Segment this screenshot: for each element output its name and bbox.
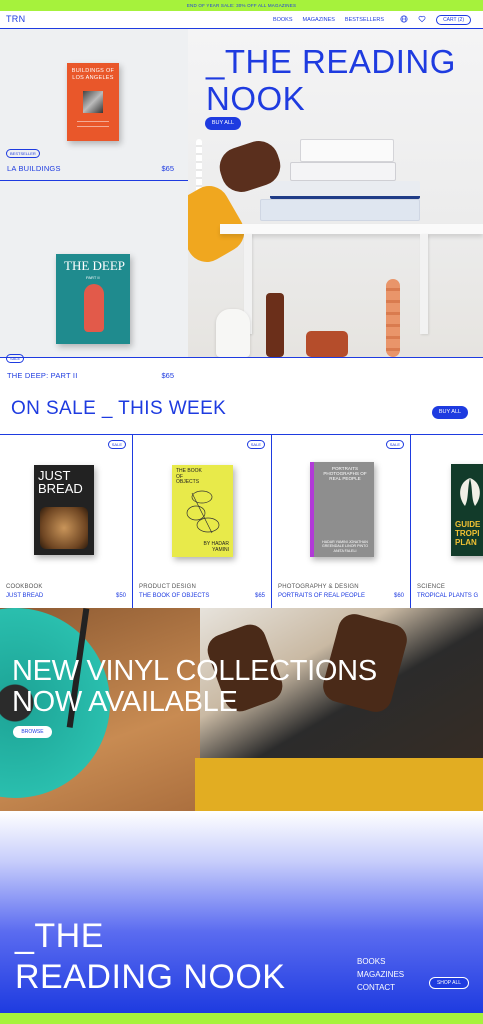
cover-title: PORTRAITS PHOTOGRAPHS OF REAL PEOPLE xyxy=(323,466,367,482)
cover-title: GUIDE TROPI PLAN xyxy=(455,520,481,547)
book-cover[interactable]: THE DEEP PART II xyxy=(56,254,130,344)
promo-banner: END OF YEAR SALE: 30% OFF ALL MAGAZINES xyxy=(0,0,483,11)
vinyl-title-line2: NOW AVAILABLE xyxy=(12,686,238,718)
cover-decoration xyxy=(77,121,109,127)
book-price: $65 xyxy=(161,164,174,173)
cover-title: THE BOOK OF OBJECTS xyxy=(176,468,202,485)
site-logo[interactable]: TRN xyxy=(6,14,25,24)
nav-link-books[interactable]: BOOKS xyxy=(273,17,293,23)
book-cover[interactable]: GUIDE TROPI PLAN xyxy=(451,464,483,556)
product-card[interactable]: GUIDE TROPI PLAN SCIENCE TROPICAL PLANTS… xyxy=(411,435,483,608)
book-title[interactable]: THE DEEP: PART II xyxy=(7,371,78,380)
leaf-icon xyxy=(460,478,480,506)
sleeve-photo xyxy=(195,758,483,811)
hero-banner: _THE READING NOOK BUY ALL xyxy=(188,29,483,357)
featured-card[interactable]: THE DEEP PART II SALE THE DEEP: PART II … xyxy=(0,181,188,380)
sale-title: ON SALE _ THIS WEEK xyxy=(11,398,227,419)
footer-title-line2: READING NOOK xyxy=(15,958,286,996)
featured-card[interactable]: BUILDINGS OF LOS ANGELES BESTSELLER LA B… xyxy=(0,29,188,181)
sale-badge: SALE xyxy=(385,440,404,449)
product-card[interactable]: SALE THE BOOK OF OBJECTS BY HADAR YAMINI… xyxy=(133,435,272,608)
product-name[interactable]: JUST BREAD xyxy=(6,593,43,599)
product-category: COOKBOOK xyxy=(6,584,43,590)
product-price: $65 xyxy=(254,593,265,599)
heart-icon[interactable] xyxy=(418,15,426,25)
book-price: $65 xyxy=(161,371,174,380)
hero-title: _THE READING NOOK xyxy=(206,43,456,117)
nav-link-magazines[interactable]: MAGAZINES xyxy=(303,17,335,23)
jar-decoration xyxy=(306,331,348,357)
footer-title-line1: _THE xyxy=(15,917,104,955)
bestseller-badge: BESTSELLER xyxy=(6,149,40,158)
featured-books: BUILDINGS OF LOS ANGELES BESTSELLER LA B… xyxy=(0,29,188,380)
vinyl-title: NEW VINYL COLLECTIONS NOW AVAILABLE xyxy=(12,656,377,718)
cart-button[interactable]: CART (2) xyxy=(436,15,471,25)
product-category: PRODUCT DESIGN xyxy=(139,584,197,590)
footer-link-books[interactable]: BOOKS xyxy=(357,955,404,968)
book-stack xyxy=(260,199,420,221)
book-cover[interactable]: JUST BREAD xyxy=(34,465,94,555)
top-nav: TRN BOOKS MAGAZINES BESTSELLERS CART (2) xyxy=(0,11,483,29)
sale-badge: SALE xyxy=(107,440,126,449)
product-name[interactable]: THE BOOK OF OBJECTS xyxy=(139,593,209,599)
book-stack xyxy=(290,162,396,181)
product-name[interactable]: TROPICAL PLANTS G xyxy=(417,593,478,599)
cover-title: JUST BREAD xyxy=(38,468,83,496)
cover-photo xyxy=(83,91,103,113)
shelf xyxy=(220,224,483,234)
hero-title-line2: NOOK xyxy=(206,80,306,117)
bottom-bar xyxy=(0,1013,483,1024)
cover-title: BUILDINGS OF LOS ANGELES xyxy=(71,68,115,81)
product-category: PHOTOGRAPHY & DESIGN xyxy=(278,584,359,590)
cover-photo xyxy=(40,507,88,549)
book-cover[interactable]: PORTRAITS PHOTOGRAPHS OF REAL PEOPLE HAD… xyxy=(310,462,374,557)
book-cover[interactable]: THE BOOK OF OBJECTS BY HADAR YAMINI xyxy=(172,465,233,557)
book-title[interactable]: LA BUILDINGS xyxy=(7,164,61,173)
divider xyxy=(0,357,483,358)
footer-link-contact[interactable]: CONTACT xyxy=(357,981,404,994)
vinyl-title-line1: NEW VINYL COLLECTIONS xyxy=(12,655,377,687)
cover-title: THE DEEP xyxy=(64,258,126,273)
product-name[interactable]: PORTRAITS OF REAL PEOPLE xyxy=(278,593,365,599)
cover-illustration xyxy=(84,284,104,332)
cover-author: BY HADAR YAMINI xyxy=(203,541,229,553)
nav-links: BOOKS MAGAZINES BESTSELLERS CART (2) xyxy=(273,15,471,25)
cover-illustration xyxy=(186,490,220,534)
candle-decoration xyxy=(386,279,400,357)
globe-icon[interactable] xyxy=(400,15,408,25)
sale-badge: SALE xyxy=(246,440,265,449)
book-cover[interactable]: BUILDINGS OF LOS ANGELES xyxy=(67,63,119,141)
footer-link-magazines[interactable]: MAGAZINES xyxy=(357,968,404,981)
browse-button[interactable]: BROWSE xyxy=(13,726,52,738)
product-price: $60 xyxy=(393,593,404,599)
book-stack xyxy=(300,139,394,162)
product-card[interactable]: SALE PORTRAITS PHOTOGRAPHS OF REAL PEOPL… xyxy=(272,435,411,608)
footer-links: BOOKS MAGAZINES CONTACT xyxy=(357,955,404,994)
shop-all-button[interactable]: SHOP ALL xyxy=(429,977,469,989)
hero-title-line1: _THE READING xyxy=(206,43,456,80)
hero-buy-all-button[interactable]: BUY ALL xyxy=(205,117,241,130)
sale-buy-all-button[interactable]: BUY ALL xyxy=(432,406,468,419)
book-stack xyxy=(270,181,420,199)
cover-author: HADAR YAMINI JONATHAN GREENDALE LINOR PI… xyxy=(321,539,369,553)
shelf-bracket xyxy=(420,234,428,334)
footer-title: _THE READING NOOK xyxy=(15,916,285,998)
sale-badge: SALE xyxy=(6,354,25,363)
footer: _THE READING NOOK BOOKS MAGAZINES CONTAC… xyxy=(0,811,483,1013)
product-category: SCIENCE xyxy=(417,584,446,590)
nav-link-bestsellers[interactable]: BESTSELLERS xyxy=(345,17,384,23)
cover-subtitle: PART II xyxy=(86,275,100,280)
vinyl-banner: NEW VINYL COLLECTIONS NOW AVAILABLE BROW… xyxy=(0,608,483,811)
product-price: $50 xyxy=(115,593,126,599)
product-card[interactable]: SALE JUST BREAD COOKBOOK JUST BREAD $50 xyxy=(0,435,133,608)
bottle-decoration xyxy=(266,293,284,357)
vase-decoration xyxy=(216,309,250,357)
